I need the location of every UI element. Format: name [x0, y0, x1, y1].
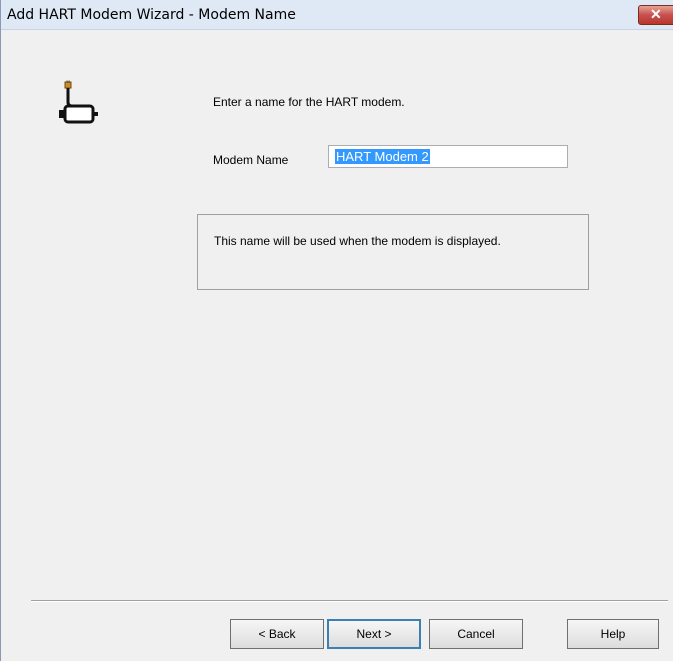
separator — [31, 600, 668, 602]
back-button[interactable]: < Back — [230, 619, 324, 649]
modem-name-input[interactable]: HART Modem 2 — [328, 145, 568, 168]
modem-icon — [59, 80, 98, 124]
title-bar: Add HART Modem Wizard - Modem Name ✕ — [1, 0, 673, 30]
next-button[interactable]: Next > — [327, 619, 421, 649]
wizard-window: Add HART Modem Wizard - Modem Name ✕ Ent… — [0, 0, 673, 661]
modem-name-label: Modem Name — [213, 153, 289, 167]
help-button[interactable]: Help — [567, 619, 659, 649]
close-button[interactable]: ✕ — [638, 5, 673, 25]
info-box: This name will be used when the modem is… — [197, 214, 589, 290]
instruction-text: Enter a name for the HART modem. — [213, 95, 405, 109]
close-icon: ✕ — [650, 6, 662, 22]
window-title: Add HART Modem Wizard - Modem Name — [7, 7, 296, 23]
info-text: This name will be used when the modem is… — [214, 234, 501, 248]
modem-name-value: HART Modem 2 — [335, 149, 430, 164]
cancel-button[interactable]: Cancel — [429, 619, 523, 649]
